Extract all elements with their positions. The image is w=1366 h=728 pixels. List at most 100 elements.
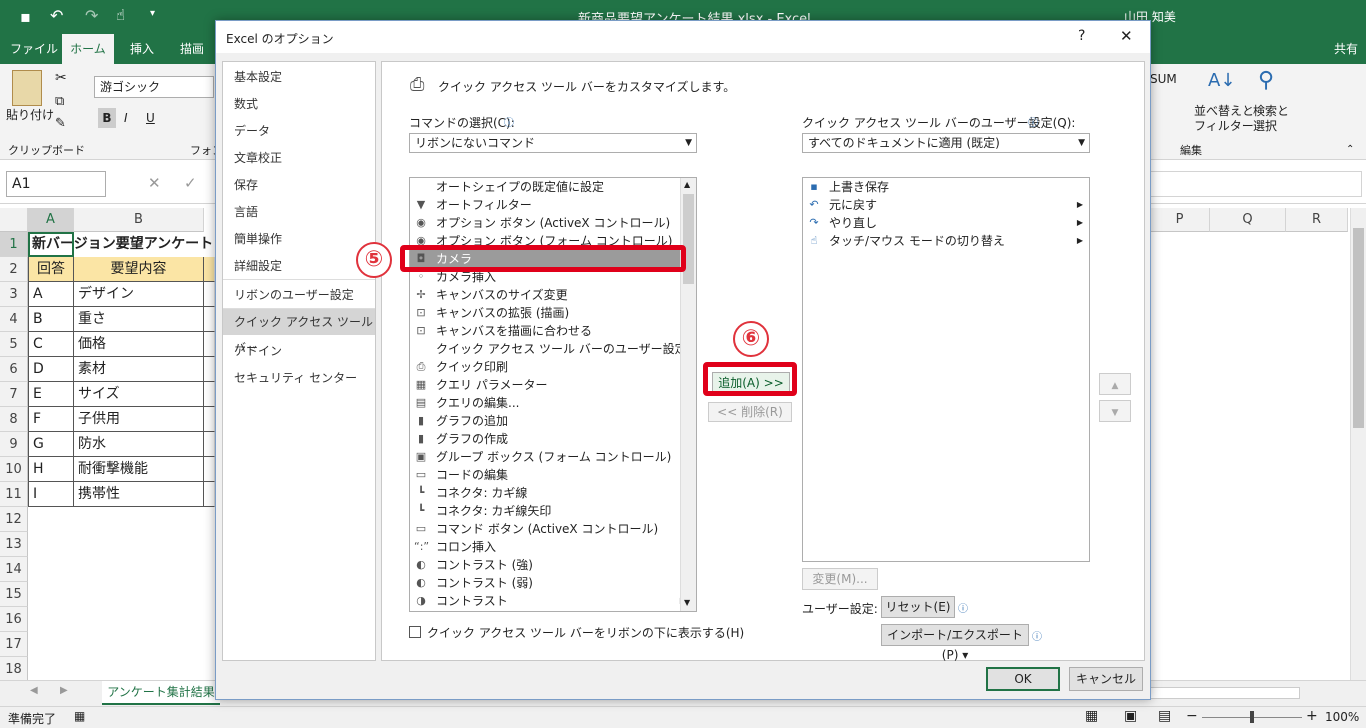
table-cell[interactable]: G bbox=[28, 432, 74, 457]
table-cell[interactable]: B bbox=[28, 307, 74, 332]
normal-view-icon[interactable]: ▦ bbox=[1085, 708, 1098, 724]
command-item[interactable]: ┗ コネクタ: カギ線矢印 bbox=[410, 502, 690, 520]
table-cell[interactable]: H bbox=[28, 457, 74, 482]
table-cell[interactable] bbox=[204, 357, 215, 382]
tab-home[interactable]: ホーム bbox=[62, 34, 114, 64]
command-item[interactable]: ◐ コントラスト (強) bbox=[410, 556, 690, 574]
italic-button[interactable]: I bbox=[124, 108, 128, 128]
page-layout-icon[interactable]: ▣ bbox=[1124, 708, 1137, 724]
command-item[interactable]: ▮ グラフの追加 bbox=[410, 412, 690, 430]
copy-icon[interactable]: ⧉ bbox=[55, 94, 64, 109]
zoom-level[interactable]: 100% bbox=[1325, 710, 1359, 724]
remove-button[interactable]: << 削除(R) bbox=[708, 402, 792, 422]
nav-item[interactable]: 数式 bbox=[223, 91, 375, 117]
table-cell[interactable]: 要望内容 bbox=[74, 257, 204, 282]
table-cell[interactable]: E bbox=[28, 382, 74, 407]
zoom-out-icon[interactable]: − bbox=[1186, 708, 1198, 724]
choose-commands-select[interactable]: リボンにないコマンド ▼ bbox=[409, 133, 697, 153]
table-cell[interactable]: I bbox=[28, 482, 74, 507]
next-sheet-icon[interactable]: ▶ bbox=[60, 685, 68, 696]
row-header[interactable]: 1 bbox=[0, 232, 28, 257]
command-item[interactable]: ▮ グラフの作成 bbox=[410, 430, 690, 448]
commands-scrollbar[interactable]: ▲ ▼ bbox=[680, 178, 696, 611]
command-item[interactable]: ✢ キャンバスのサイズ変更 bbox=[410, 286, 690, 304]
nav-item[interactable]: 言語 bbox=[223, 199, 375, 225]
sheet-tab[interactable]: アンケート集計結果 bbox=[102, 681, 220, 705]
row-header[interactable]: 4 bbox=[0, 307, 28, 332]
table-cell[interactable] bbox=[204, 282, 215, 307]
cancel-button[interactable]: キャンセル bbox=[1069, 667, 1143, 691]
table-cell[interactable]: サイズ bbox=[74, 382, 204, 407]
table-cell[interactable]: 重さ bbox=[74, 307, 204, 332]
row-header[interactable]: 7 bbox=[0, 382, 28, 407]
row-header[interactable]: 3 bbox=[0, 282, 28, 307]
find-select-button[interactable]: 検索と 選択 bbox=[1253, 104, 1289, 134]
ok-button[interactable]: OK bbox=[986, 667, 1060, 691]
table-cell[interactable] bbox=[204, 307, 215, 332]
commands-list[interactable]: オートシェイプの既定値に設定 ▼ オートフィルター ◉ オプション ボタン (Activ… bbox=[409, 177, 697, 612]
nav-item[interactable]: 簡単操作 bbox=[223, 226, 375, 252]
nav-item[interactable]: リボンのユーザー設定 bbox=[223, 282, 375, 308]
cut-icon[interactable]: ✂ bbox=[55, 70, 67, 86]
enter-icon[interactable]: ✓ bbox=[184, 174, 197, 192]
sort-filter-icon[interactable]: A↓ bbox=[1208, 70, 1235, 91]
row-header[interactable]: 17 bbox=[0, 632, 28, 657]
underline-button[interactable]: U bbox=[146, 108, 155, 128]
macro-record-icon[interactable]: ▦ bbox=[74, 709, 85, 723]
row-header[interactable]: 13 bbox=[0, 532, 28, 557]
table-cell[interactable] bbox=[204, 482, 215, 507]
qat-scope-select[interactable]: すべてのドキュメントに適用 (既定) ▼ bbox=[802, 133, 1090, 153]
command-item[interactable]: ⎙ クイック印刷 bbox=[410, 358, 690, 376]
qat-item[interactable]: ↶ 元に戻す ▶ bbox=[803, 196, 1089, 214]
nav-item[interactable]: データ bbox=[223, 118, 375, 144]
row-header[interactable]: 10 bbox=[0, 457, 28, 482]
move-up-button[interactable]: ▲ bbox=[1099, 373, 1131, 395]
zoom-thumb[interactable] bbox=[1250, 711, 1254, 723]
command-item[interactable]: ▭ コマンド ボタン (ActiveX コントロール) bbox=[410, 520, 690, 538]
command-item[interactable]: ◉ オプション ボタン (ActiveX コントロール) bbox=[410, 214, 690, 232]
table-cell[interactable]: 耐衝撃機能 bbox=[74, 457, 204, 482]
format-painter-icon[interactable]: ✎ bbox=[55, 116, 66, 131]
table-cell[interactable] bbox=[204, 432, 215, 457]
table-cell[interactable]: 価格 bbox=[74, 332, 204, 357]
table-cell[interactable]: デザイン bbox=[74, 282, 204, 307]
table-cell[interactable]: C bbox=[28, 332, 74, 357]
table-cell[interactable] bbox=[204, 407, 215, 432]
cancel-icon[interactable]: ✕ bbox=[148, 174, 161, 192]
reset-button[interactable]: リセット(E) ▾ bbox=[881, 596, 955, 634]
tab-draw[interactable]: 描画 bbox=[180, 40, 204, 57]
nav-item[interactable]: 基本設定 bbox=[223, 64, 375, 90]
command-item[interactable]: ▼ オートフィルター bbox=[410, 196, 690, 214]
col-header-r[interactable]: R bbox=[1286, 208, 1348, 232]
nav-item[interactable]: 詳細設定 bbox=[223, 253, 375, 279]
row-header[interactable]: 11 bbox=[0, 482, 28, 507]
command-item[interactable]: ▦ クエリ パラメーター bbox=[410, 376, 690, 394]
formula-input[interactable] bbox=[1150, 171, 1362, 197]
prev-sheet-icon[interactable]: ◀ bbox=[30, 685, 38, 696]
col-header-a[interactable]: A bbox=[28, 208, 74, 232]
paste-button[interactable]: 貼り付け bbox=[6, 106, 54, 123]
below-ribbon-checkbox[interactable] bbox=[409, 626, 421, 638]
below-ribbon-label[interactable]: クイック アクセス ツール バーをリボンの下に表示する(H) bbox=[427, 624, 744, 641]
tab-insert[interactable]: 挿入 bbox=[130, 40, 154, 57]
row-header[interactable]: 14 bbox=[0, 557, 28, 582]
share-button[interactable]: 共有 bbox=[1334, 40, 1358, 57]
table-cell[interactable] bbox=[204, 257, 215, 282]
name-box[interactable]: A1 bbox=[6, 171, 106, 197]
row-header[interactable]: 16 bbox=[0, 607, 28, 632]
row-header[interactable]: 9 bbox=[0, 432, 28, 457]
save-icon[interactable]: ▪ bbox=[20, 7, 31, 26]
command-item[interactable]: ◑コントラスト▶ bbox=[410, 592, 690, 610]
col-header-p[interactable]: P bbox=[1150, 208, 1210, 232]
table-cell[interactable]: 子供用 bbox=[74, 407, 204, 432]
table-cell[interactable] bbox=[204, 332, 215, 357]
command-item[interactable]: ┗ コネクタ: カギ線 bbox=[410, 484, 690, 502]
vertical-scrollbar[interactable] bbox=[1350, 208, 1366, 680]
import-export-button[interactable]: インポート/エクスポート(P) ▾ bbox=[881, 624, 1029, 662]
nav-item[interactable]: 保存 bbox=[223, 172, 375, 198]
command-item[interactable]: ▤ クエリの編集... bbox=[410, 394, 690, 412]
font-name-select[interactable]: 游ゴシック bbox=[94, 76, 214, 98]
row-header[interactable]: 18 bbox=[0, 657, 28, 682]
page-break-icon[interactable]: ▤ bbox=[1158, 708, 1171, 724]
table-cell[interactable] bbox=[204, 457, 215, 482]
